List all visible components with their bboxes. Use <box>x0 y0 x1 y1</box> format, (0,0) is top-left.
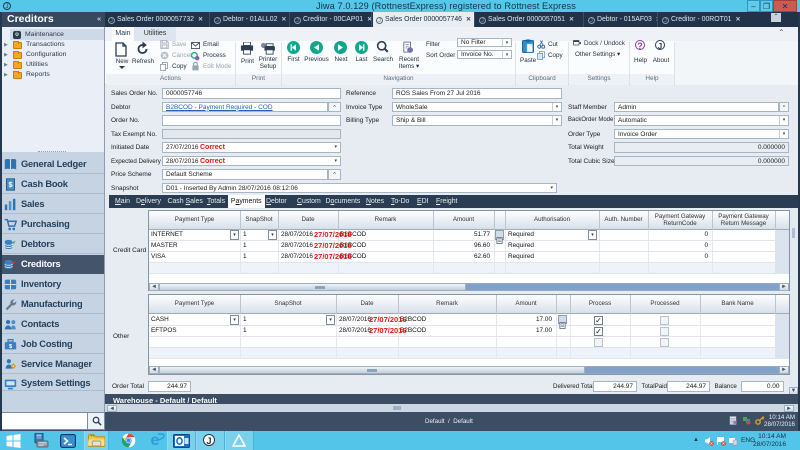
svg-text:$: $ <box>9 180 13 189</box>
